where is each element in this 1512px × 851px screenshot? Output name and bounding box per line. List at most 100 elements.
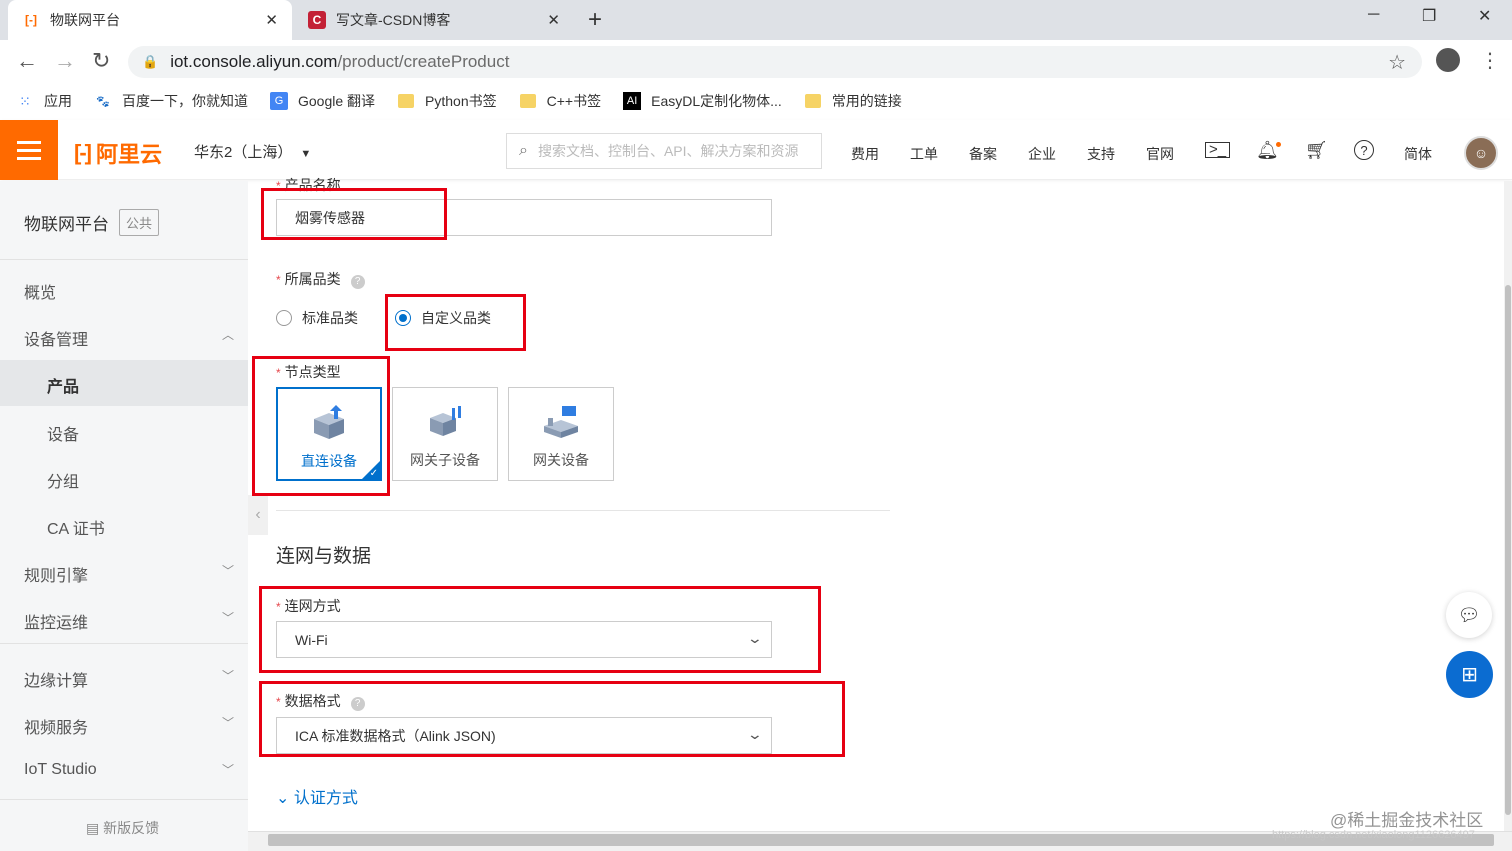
sidebar-divider bbox=[0, 643, 248, 644]
chevron-down-icon: ⌄ bbox=[276, 790, 294, 807]
chat-bubble-icon[interactable]: 💬︎ bbox=[1446, 592, 1492, 638]
nav-link-tickets[interactable]: 工单 bbox=[910, 144, 938, 164]
notification-dot bbox=[1276, 142, 1281, 147]
node-type-gateway-sub-device[interactable]: 网关子设备 bbox=[392, 387, 498, 481]
terminal-icon[interactable]: >_ bbox=[1205, 142, 1231, 158]
help-icon[interactable]: ? bbox=[350, 274, 365, 289]
sidebar-item-device[interactable]: 设备 bbox=[47, 421, 79, 445]
console-top-bar: [-] 阿里云 华东2（上海） ▼ ⌕ 搜索文档、控制台、API、解决方案和资源 … bbox=[0, 120, 1512, 180]
csdn-favicon-icon: C bbox=[308, 11, 326, 29]
address-row: ← → ↻ 🔒 iot.console.aliyun.com/product/c… bbox=[0, 40, 1512, 84]
sidebar-item-iot-studio[interactable]: IoT Studio bbox=[24, 761, 97, 779]
feedback-link[interactable]: ▤ 新版反馈 bbox=[86, 818, 159, 838]
language-switch[interactable]: 简体 bbox=[1404, 144, 1432, 164]
sidebar-active-highlight bbox=[0, 360, 248, 406]
bookmark-cpp[interactable]: C++书签 bbox=[519, 91, 601, 111]
chevron-down-icon[interactable]: ﹀ bbox=[222, 714, 234, 731]
close-tab-icon[interactable]: ✕ bbox=[547, 11, 560, 29]
sidebar-item-overview[interactable]: 概览 bbox=[24, 279, 56, 303]
sidebar-item-video-service[interactable]: 视频服务 bbox=[24, 714, 88, 738]
sidebar: 物联网平台 公共 概览 设备管理 ︿ 产品 设备 分组 CA 证书 规则引擎 ﹀… bbox=[0, 181, 248, 851]
console-search-input[interactable]: ⌕ 搜索文档、控制台、API、解决方案和资源 bbox=[506, 133, 822, 169]
section-title-network-data: 连网与数据 bbox=[276, 546, 372, 567]
apps-grid-icon: ⁙ bbox=[19, 92, 31, 109]
highlight-box-network bbox=[259, 586, 821, 673]
bookmark-label: EasyDL定制化物体... bbox=[651, 93, 782, 109]
aliyun-favicon-icon: [-] bbox=[25, 13, 37, 27]
nav-link-support[interactable]: 支持 bbox=[1087, 144, 1115, 164]
bookmark-label: Google 翻译 bbox=[298, 93, 376, 109]
forward-icon[interactable]: → bbox=[54, 48, 76, 74]
tab-csdn[interactable]: C 写文章-CSDN博客 ✕ bbox=[294, 0, 574, 40]
sidebar-divider bbox=[0, 259, 248, 260]
minimize-icon[interactable]: ─ bbox=[1368, 6, 1379, 24]
chevron-down-icon[interactable]: ﹀ bbox=[222, 609, 234, 626]
sidebar-item-device-management[interactable]: 设备管理 bbox=[24, 326, 88, 350]
lock-icon: 🔒 bbox=[142, 54, 159, 69]
sidebar-item-edge-computing[interactable]: 边缘计算 bbox=[24, 667, 88, 691]
bookmark-label: Python书签 bbox=[425, 93, 497, 109]
user-avatar[interactable]: ☺ bbox=[1464, 136, 1498, 170]
folder-icon bbox=[519, 92, 537, 110]
bookmark-common-links[interactable]: 常用的链接 bbox=[804, 91, 902, 111]
browser-menu-icon[interactable]: ⋮ bbox=[1480, 48, 1500, 73]
aliyun-logo[interactable]: [-] 阿里云 bbox=[74, 137, 162, 169]
bookmark-label: 应用 bbox=[44, 93, 72, 109]
radio-circle-icon bbox=[276, 310, 292, 326]
chevron-down-icon[interactable]: ﹀ bbox=[222, 562, 234, 579]
restore-icon[interactable]: ❐ bbox=[1422, 6, 1436, 26]
sidebar-item-rule-engine[interactable]: 规则引擎 bbox=[24, 562, 88, 586]
chevron-down-icon[interactable]: ﹀ bbox=[222, 667, 234, 684]
sidebar-item-group[interactable]: 分组 bbox=[47, 468, 79, 492]
vertical-scroll-thumb[interactable] bbox=[1505, 285, 1511, 815]
cart-icon[interactable]: 🛒︎ bbox=[1305, 140, 1328, 161]
close-tab-icon[interactable]: ✕ bbox=[265, 11, 278, 29]
region-label: 华东2（上海） bbox=[194, 144, 293, 161]
back-icon[interactable]: ← bbox=[16, 48, 38, 74]
gateway-device-icon bbox=[544, 406, 578, 438]
google-translate-icon: G bbox=[270, 92, 288, 110]
nav-link-official-site[interactable]: 官网 bbox=[1146, 144, 1174, 164]
node-type-gateway-device[interactable]: 网关设备 bbox=[508, 387, 614, 481]
chevron-down-icon[interactable]: ﹀ bbox=[222, 761, 234, 778]
radio-standard-category[interactable]: 标准品类 bbox=[276, 308, 358, 328]
create-product-form: * 产品名称 烟雾传感器 * 所属品类? 标准品类 自定义品类 * 节点类型 直连设备… bbox=[248, 177, 1504, 831]
nav-link-fees[interactable]: 费用 bbox=[851, 144, 879, 164]
bookmark-google-translate[interactable]: G Google 翻译 bbox=[270, 91, 375, 111]
search-icon: ⌕ bbox=[519, 142, 528, 159]
node-type-text: 网关子设备 bbox=[410, 452, 480, 468]
category-label: * 所属品类? bbox=[276, 269, 365, 289]
bookmark-apps[interactable]: ⁙ 应用 bbox=[16, 91, 72, 111]
auth-method-toggle[interactable]: ⌄ 认证方式 bbox=[276, 784, 358, 808]
instance-tag: 公共 bbox=[119, 209, 160, 236]
sidebar-item-product[interactable]: 产品 bbox=[47, 373, 79, 397]
url-bar[interactable]: 🔒 iot.console.aliyun.com/product/createP… bbox=[128, 46, 1422, 78]
help-icon[interactable]: ? bbox=[1354, 140, 1374, 160]
region-selector[interactable]: 华东2（上海） ▼ bbox=[194, 141, 311, 162]
bookmark-python[interactable]: Python书签 bbox=[397, 91, 497, 111]
chevron-up-icon[interactable]: ︿ bbox=[222, 326, 234, 343]
sidebar-title: 物联网平台 公共 bbox=[24, 209, 160, 236]
apps-grid-icon[interactable]: ⊞ bbox=[1446, 651, 1493, 698]
radio-label: 标准品类 bbox=[302, 310, 358, 326]
sidebar-item-ca-cert[interactable]: CA 证书 bbox=[47, 515, 105, 539]
bookmark-easydl[interactable]: AI EasyDL定制化物体... bbox=[623, 91, 782, 111]
sidebar-item-monitoring[interactable]: 监控运维 bbox=[24, 609, 88, 633]
tab-iot-platform[interactable]: [-] 物联网平台 ✕ bbox=[8, 0, 292, 40]
bookmark-star-icon[interactable]: ☆ bbox=[1388, 50, 1406, 75]
reload-icon[interactable]: ↻ bbox=[92, 48, 110, 74]
watermark: @稀土掘金技术社区 bbox=[1330, 811, 1484, 830]
logo-text: 阿里云 bbox=[95, 142, 162, 167]
new-tab-button[interactable]: + bbox=[588, 6, 602, 34]
bookmark-baidu[interactable]: 🐾 百度一下，你就知道 bbox=[94, 91, 248, 111]
folder-icon bbox=[397, 92, 415, 110]
nav-link-icp[interactable]: 备案 bbox=[969, 144, 997, 164]
nav-link-enterprise[interactable]: 企业 bbox=[1028, 144, 1056, 164]
hamburger-menu-icon[interactable] bbox=[0, 120, 58, 180]
close-window-icon[interactable]: ✕ bbox=[1478, 6, 1491, 26]
profile-icon[interactable] bbox=[1436, 48, 1460, 72]
auth-method-label: 认证方式 bbox=[293, 790, 358, 807]
highlight-box-custom-category bbox=[385, 294, 526, 351]
bookmarks-bar: ⁙ 应用 🐾 百度一下，你就知道 G Google 翻译 Python书签 C+… bbox=[0, 84, 1512, 118]
gateway-sub-device-icon bbox=[430, 406, 461, 436]
